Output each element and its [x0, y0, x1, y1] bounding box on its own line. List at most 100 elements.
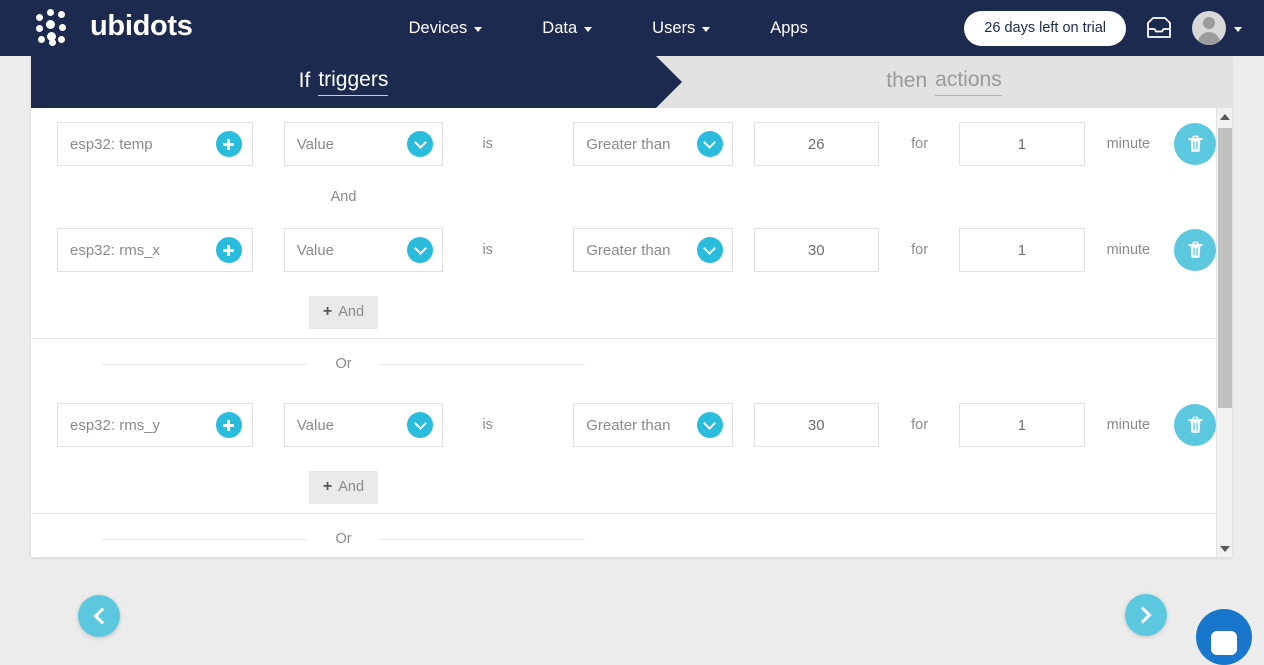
nav-item-users-label: Users	[652, 18, 696, 37]
duration-input[interactable]: 1	[959, 403, 1085, 447]
nav-item-data[interactable]: Data	[512, 19, 622, 38]
variable-select[interactable]: esp32: rms_y	[57, 403, 253, 447]
variable-select-value: esp32: rms_y	[70, 416, 161, 434]
nav-links: Devices Data Users Apps	[379, 19, 838, 38]
condition-select-value: Greater than	[586, 241, 671, 259]
value-type-select[interactable]: Value	[283, 122, 444, 166]
tab-then-actions[interactable]: then actions	[656, 56, 1232, 108]
value-type-select[interactable]: Value	[283, 228, 444, 272]
condition-select[interactable]: Greater than	[573, 122, 733, 166]
threshold-value: 30	[807, 241, 825, 259]
variable-select[interactable]: esp32: temp	[57, 122, 253, 166]
chevron-down-circle-icon[interactable]	[696, 131, 723, 157]
chevron-left-icon	[93, 607, 111, 625]
or-line-right	[379, 538, 585, 540]
unit-label: minute	[1106, 242, 1151, 258]
is-label: is	[482, 136, 493, 152]
chevron-down-circle-icon[interactable]	[407, 131, 434, 157]
is-label: is	[482, 242, 493, 258]
chevron-down-icon	[584, 26, 593, 32]
delete-trigger-button[interactable]	[1174, 229, 1217, 271]
add-and-button[interactable]: + And	[308, 470, 379, 504]
previous-step-button[interactable]	[78, 595, 120, 637]
scrollbar-thumb[interactable]	[1218, 128, 1232, 408]
nav-item-devices-label: Devices	[408, 18, 468, 37]
value-type-select-value: Value	[296, 135, 335, 153]
chevron-down-circle-icon[interactable]	[696, 412, 723, 438]
nav-item-users[interactable]: Users	[622, 19, 740, 38]
threshold-input[interactable]: 26	[753, 122, 879, 166]
add-and-row: + And	[31, 286, 1216, 338]
duration-input[interactable]: 1	[959, 122, 1085, 166]
unit-label: minute	[1106, 136, 1151, 152]
for-label: for	[911, 136, 929, 152]
brand-logo[interactable]: ubidots	[36, 8, 193, 48]
and-connector-label: And	[330, 189, 357, 205]
unit-label: minute	[1106, 417, 1151, 433]
avatar-menu[interactable]	[1192, 11, 1242, 45]
condition-select-value: Greater than	[586, 135, 671, 153]
variable-select-value: esp32: temp	[70, 135, 153, 153]
value-type-select-value: Value	[296, 416, 335, 434]
chevron-down-icon	[1234, 26, 1242, 32]
tab-if-triggers[interactable]: If triggers	[31, 56, 682, 108]
plus-icon: +	[322, 477, 333, 495]
for-label: for	[911, 242, 929, 258]
trash-icon	[1187, 135, 1203, 152]
navbar-right-group: 26 days left on trial	[964, 10, 1242, 46]
condition-select[interactable]: Greater than	[573, 403, 733, 447]
chat-support-button[interactable]	[1196, 609, 1252, 665]
tab-then-emphasis: actions	[935, 69, 1002, 96]
plus-icon: +	[322, 302, 333, 320]
or-separator: Or	[31, 514, 1216, 557]
add-and-button-label: And	[338, 478, 365, 495]
chevron-down-circle-icon[interactable]	[407, 237, 434, 263]
chevron-down-icon	[702, 26, 711, 32]
delete-trigger-button[interactable]	[1174, 123, 1217, 165]
add-and-button[interactable]: + And	[308, 295, 379, 329]
chat-bubble-icon	[1211, 631, 1237, 655]
condition-select-value: Greater than	[586, 416, 671, 434]
trial-badge[interactable]: 26 days left on trial	[964, 10, 1126, 46]
delete-trigger-button[interactable]	[1174, 404, 1217, 446]
nav-item-devices[interactable]: Devices	[379, 19, 513, 38]
for-label: for	[911, 417, 929, 433]
vertical-scrollbar[interactable]	[1216, 108, 1232, 557]
avatar	[1192, 11, 1226, 45]
rules-list: esp32: temp Value is Greater than 26 for…	[31, 108, 1217, 557]
nav-item-apps-label: Apps	[770, 18, 808, 37]
or-line-left	[102, 363, 308, 365]
condition-select[interactable]: Greater than	[573, 228, 733, 272]
step-tabs: If triggers then actions	[31, 56, 1232, 108]
duration-value: 1	[1017, 135, 1027, 153]
scroll-down-arrow-icon[interactable]	[1217, 540, 1232, 557]
threshold-value: 26	[807, 135, 825, 153]
duration-input[interactable]: 1	[959, 228, 1085, 272]
nav-item-data-label: Data	[542, 18, 578, 37]
plus-circle-icon[interactable]	[215, 131, 242, 157]
condition-group: esp32: temp Value is Greater than 26 for…	[31, 108, 1217, 338]
top-navbar: ubidots Devices Data Users Apps 26 days …	[0, 0, 1264, 56]
value-type-select[interactable]: Value	[283, 403, 444, 447]
variable-select[interactable]: esp32: rms_x	[57, 228, 253, 272]
trigger-row: esp32: rms_y Value is Greater than 30 fo…	[31, 389, 1217, 461]
is-label: is	[482, 417, 493, 433]
nav-item-apps[interactable]: Apps	[740, 19, 838, 38]
inbox-icon[interactable]	[1146, 17, 1172, 39]
threshold-input[interactable]: 30	[753, 228, 879, 272]
chevron-down-circle-icon[interactable]	[696, 237, 723, 263]
next-step-button[interactable]	[1125, 594, 1167, 636]
or-separator: Or	[31, 339, 1216, 389]
chevron-down-circle-icon[interactable]	[407, 412, 434, 438]
scroll-up-arrow-icon[interactable]	[1217, 108, 1232, 125]
trigger-row: esp32: rms_x Value is Greater than 30 fo…	[31, 214, 1217, 286]
plus-circle-icon[interactable]	[215, 412, 242, 438]
event-editor-card: If triggers then actions esp32: temp Val…	[31, 56, 1232, 557]
or-label: Or	[335, 531, 352, 547]
tab-if-emphasis: triggers	[318, 69, 389, 96]
variable-select-value: esp32: rms_x	[70, 241, 161, 259]
duration-value: 1	[1017, 416, 1027, 434]
avatar-head	[1203, 17, 1215, 29]
plus-circle-icon[interactable]	[215, 237, 242, 263]
threshold-input[interactable]: 30	[753, 403, 879, 447]
